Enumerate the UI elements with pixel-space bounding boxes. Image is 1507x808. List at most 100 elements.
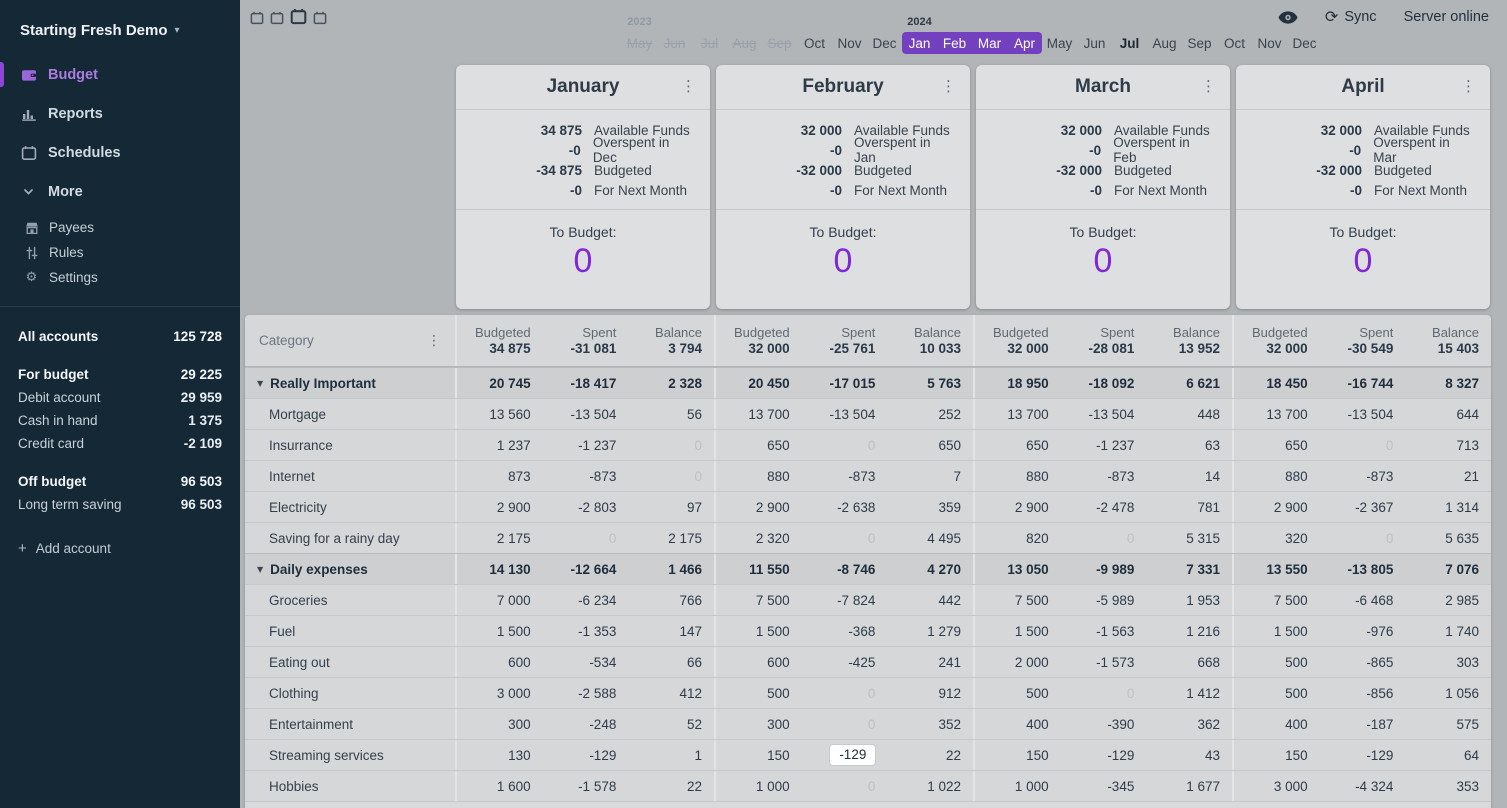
balance-cell[interactable]: 448 — [1146, 399, 1232, 429]
spent-cell[interactable]: -2 478 — [1061, 492, 1147, 522]
balance-cell[interactable]: 22 — [628, 771, 714, 801]
budgeted-cell[interactable]: 130 — [457, 740, 543, 770]
budgeted-cell[interactable]: 1 500 — [975, 616, 1061, 646]
sidebar-item-settings[interactable]: ⚙ Settings — [0, 265, 240, 290]
budgeted-cell[interactable]: 150 — [716, 740, 802, 770]
budgeted-cell[interactable]: 13 560 — [457, 399, 543, 429]
month-nav-oct[interactable]: Oct — [797, 16, 832, 54]
balance-cell[interactable]: 1 677 — [1146, 771, 1232, 801]
budgeted-cell[interactable]: 320 — [1234, 523, 1320, 553]
budgeted-cell[interactable]: 1 600 — [457, 771, 543, 801]
budgeted-cell[interactable]: 300 — [457, 709, 543, 739]
balance-cell[interactable]: 252 — [887, 399, 973, 429]
budgeted-cell[interactable]: 873 — [457, 461, 543, 491]
month-count-4-button[interactable] — [313, 11, 327, 25]
budgeted-cell[interactable]: 7 000 — [457, 585, 543, 615]
budgeted-cell[interactable]: 13 700 — [716, 399, 802, 429]
spent-cell[interactable]: 0 — [1320, 523, 1406, 553]
balance-cell[interactable]: 52 — [628, 709, 714, 739]
spent-cell[interactable]: -13 504 — [802, 399, 888, 429]
account-cash[interactable]: Cash in hand 1 375 — [0, 409, 240, 432]
category-name[interactable]: Streaming services — [245, 740, 455, 770]
month-nav-may[interactable]: May — [1042, 16, 1077, 54]
balance-cell[interactable]: 352 — [887, 709, 973, 739]
spent-cell[interactable]: -6 234 — [543, 585, 629, 615]
budgeted-cell[interactable]: 600 — [457, 647, 543, 677]
balance-cell[interactable]: 713 — [1405, 430, 1491, 460]
spent-cell[interactable]: -865 — [1320, 647, 1406, 677]
balance-cell[interactable]: 66 — [628, 647, 714, 677]
budgeted-cell[interactable]: 1 500 — [1234, 616, 1320, 646]
balance-cell[interactable]: 1 216 — [1146, 616, 1232, 646]
budget-cell-edit-input[interactable]: -129 — [830, 745, 875, 765]
balance-cell[interactable]: 650 — [887, 430, 973, 460]
budgeted-cell[interactable]: 3 000 — [457, 678, 543, 708]
spent-cell[interactable]: 0 — [1061, 523, 1147, 553]
month-nav-jul[interactable]: Jul — [692, 16, 727, 54]
category-name[interactable]: Fuel — [245, 616, 455, 646]
spent-cell[interactable]: 0 — [802, 709, 888, 739]
balance-cell[interactable]: 1 412 — [1146, 678, 1232, 708]
spent-cell[interactable]: -2 367 — [1320, 492, 1406, 522]
budgeted-cell[interactable]: 13 700 — [1234, 399, 1320, 429]
spent-cell[interactable]: -13 504 — [543, 399, 629, 429]
spent-cell[interactable]: -7 824 — [802, 585, 888, 615]
balance-cell[interactable]: 2 175 — [628, 523, 714, 553]
month-nav-dec[interactable]: Dec — [1287, 16, 1322, 54]
budgeted-cell[interactable]: 13 700 — [975, 399, 1061, 429]
month-nav-jan-2024[interactable]: 2024Jan — [902, 16, 937, 54]
month-nav-nov[interactable]: Nov — [1252, 16, 1287, 54]
server-status[interactable]: Server online — [1404, 9, 1489, 25]
balance-cell[interactable]: 4 495 — [887, 523, 973, 553]
spent-cell[interactable]: -2 638 — [802, 492, 888, 522]
balance-cell[interactable]: 1 953 — [1146, 585, 1232, 615]
category-name[interactable]: Hobbies — [245, 771, 455, 801]
month-nav-aug[interactable]: Aug — [1147, 16, 1182, 54]
account-long-term-saving[interactable]: Long term saving 96 503 — [0, 493, 240, 516]
spent-cell[interactable]: 0 — [802, 523, 888, 553]
spent-cell[interactable]: -1 573 — [1061, 647, 1147, 677]
category-name[interactable]: ▼Really Important — [245, 368, 455, 398]
balance-cell[interactable]: 21 — [1405, 461, 1491, 491]
budgeted-cell[interactable]: 500 — [1234, 647, 1320, 677]
category-name[interactable]: Mortgage — [245, 399, 455, 429]
budgeted-cell[interactable]: 500 — [716, 678, 802, 708]
budgeted-cell[interactable]: 150 — [1234, 740, 1320, 770]
balance-cell[interactable]: 56 — [628, 399, 714, 429]
balance-cell[interactable]: 2 985 — [1405, 585, 1491, 615]
sidebar-item-reports[interactable]: Reports — [0, 98, 240, 129]
balance-cell[interactable]: 22 — [887, 740, 973, 770]
collapse-triangle-icon[interactable]: ▼ — [257, 379, 263, 388]
budgeted-cell[interactable]: 650 — [975, 430, 1061, 460]
category-name[interactable]: Electricity — [245, 492, 455, 522]
balance-cell[interactable]: 0 — [628, 430, 714, 460]
spent-cell[interactable]: 0 — [802, 430, 888, 460]
budgeted-cell[interactable]: 7 500 — [975, 585, 1061, 615]
spent-cell[interactable]: -13 504 — [1061, 399, 1147, 429]
category-menu-dots-icon[interactable]: ⋮ — [427, 333, 441, 349]
month-nav-jun[interactable]: Jun — [1077, 16, 1112, 54]
spent-cell[interactable]: -129 — [1320, 740, 1406, 770]
balance-cell[interactable]: 912 — [887, 678, 973, 708]
spent-cell[interactable]: -873 — [1061, 461, 1147, 491]
month-count-3-button[interactable] — [290, 8, 307, 25]
balance-cell[interactable]: 14 — [1146, 461, 1232, 491]
balance-cell[interactable]: 43 — [1146, 740, 1232, 770]
balance-cell[interactable]: 442 — [887, 585, 973, 615]
spent-cell[interactable]: -976 — [1320, 616, 1406, 646]
spent-cell[interactable]: -873 — [543, 461, 629, 491]
budgeted-cell[interactable]: 2 900 — [1234, 492, 1320, 522]
to-budget-amount[interactable]: 0 — [1094, 240, 1113, 283]
sidebar-item-schedules[interactable]: Schedules — [0, 137, 240, 168]
month-nav-jul[interactable]: Jul — [1112, 16, 1147, 54]
month-nav-aug[interactable]: Aug — [727, 16, 762, 54]
spent-cell[interactable]: -129 — [1061, 740, 1147, 770]
spent-cell[interactable]: -187 — [1320, 709, 1406, 739]
budgeted-cell[interactable]: 300 — [716, 709, 802, 739]
balance-cell[interactable]: 97 — [628, 492, 714, 522]
balance-cell[interactable]: 1 314 — [1405, 492, 1491, 522]
budgeted-cell[interactable]: 2 900 — [457, 492, 543, 522]
balance-cell[interactable]: 1 056 — [1405, 678, 1491, 708]
budgeted-cell[interactable]: 880 — [975, 461, 1061, 491]
spent-cell[interactable]: -534 — [543, 647, 629, 677]
